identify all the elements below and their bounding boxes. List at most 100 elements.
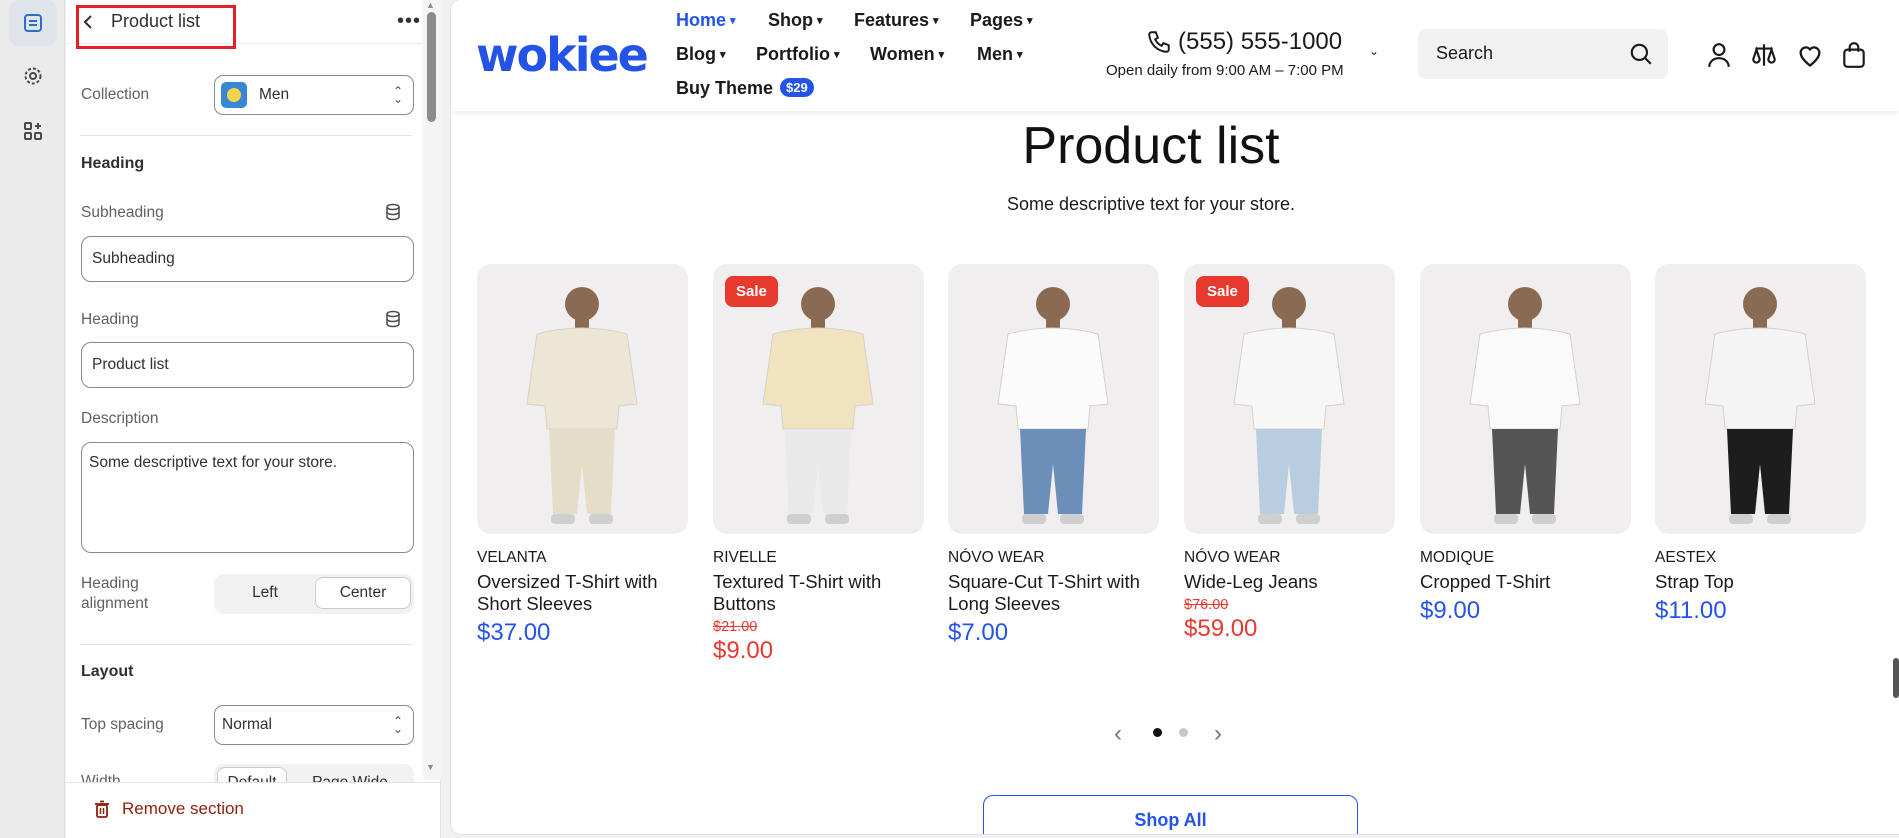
phone-icon — [1148, 31, 1170, 53]
description-label: Description — [81, 410, 159, 427]
product-title[interactable]: Cropped T-Shirt — [1420, 571, 1631, 593]
nav-men[interactable]: Men ▾ — [977, 44, 1023, 65]
product-card[interactable]: VELANTA Oversized T-Shirt with Short Slee… — [477, 264, 688, 647]
nav-pages[interactable]: Pages ▾ — [970, 10, 1033, 31]
compare-icon[interactable] — [1751, 41, 1777, 69]
cart-bag-icon[interactable] — [1841, 41, 1867, 69]
chevron-down-icon: ▾ — [933, 15, 939, 27]
carousel-dot-active[interactable] — [1153, 728, 1162, 737]
description-textarea[interactable]: Some descriptive text for your store. — [81, 442, 414, 553]
chevron-down-icon[interactable]: ⌄ — [1369, 44, 1379, 58]
preview-scrollbar-thumb[interactable] — [1893, 658, 1899, 698]
product-image[interactable]: Sale — [713, 264, 924, 534]
product-image[interactable] — [1655, 264, 1866, 534]
scroll-down-arrow-icon[interactable]: ▼ — [426, 762, 435, 772]
alignment-toggle: Left Center — [214, 574, 414, 614]
product-title[interactable]: Textured T-Shirt with Buttons — [713, 571, 924, 615]
remove-section-label: Remove section — [122, 799, 244, 818]
account-icon[interactable] — [1706, 41, 1732, 69]
top-spacing-value: Normal — [222, 716, 272, 733]
settings-icon[interactable] — [9, 53, 57, 99]
nav-home[interactable]: Home ▾ — [676, 10, 736, 31]
panel-scrollbar-thumb[interactable] — [427, 12, 436, 122]
subheading-label: Subheading — [81, 204, 164, 221]
product-vendor[interactable]: AESTEX — [1655, 549, 1866, 567]
wishlist-heart-icon[interactable] — [1796, 41, 1824, 69]
buy-theme-price-badge: $29 — [780, 78, 814, 97]
store-logo[interactable]: wokiee — [476, 28, 649, 82]
product-vendor[interactable]: NÓVO WEAR — [1184, 549, 1395, 567]
search-input[interactable]: Search — [1436, 43, 1493, 64]
shop-all-button[interactable]: Shop All — [983, 795, 1358, 834]
store-hours: Open daily from 9:00 AM – 7:00 PM — [1106, 62, 1344, 79]
phone-number[interactable]: (555) 555-1000 — [1146, 28, 1342, 56]
product-price: $9.00 — [713, 637, 774, 664]
product-card[interactable]: Sale NÓVO WEAR Wide-Leg Jeans $76.00 $59.00 — [1184, 264, 1395, 643]
heading-section-title: Heading — [81, 155, 145, 172]
product-vendor[interactable]: NÓVO WEAR — [948, 549, 1159, 567]
sale-badge: Sale — [1196, 276, 1249, 307]
product-compare-price: $76.00 — [1184, 597, 1229, 613]
dynamic-source-icon[interactable] — [384, 310, 402, 328]
divider — [80, 644, 412, 645]
nav-buy-theme[interactable]: Buy Theme — [676, 78, 773, 99]
top-spacing-label: Top spacing — [81, 716, 164, 733]
product-title[interactable]: Oversized T-Shirt with Short Sleeves — [477, 571, 688, 615]
product-vendor[interactable]: RIVELLE — [713, 549, 924, 567]
apps-icon[interactable] — [9, 108, 57, 154]
product-title[interactable]: Strap Top — [1655, 571, 1866, 593]
section-description: Some descriptive text for your store. — [1006, 194, 1296, 214]
chevron-down-icon: ▾ — [1017, 49, 1023, 61]
panel-footer: Remove section — [66, 782, 440, 838]
nav-shop[interactable]: Shop ▾ — [768, 10, 823, 31]
product-title[interactable]: Wide-Leg Jeans — [1184, 571, 1395, 593]
top-spacing-select[interactable]: Normal ⌃ ⌄ — [214, 705, 414, 745]
product-price: $37.00 — [477, 619, 551, 646]
product-vendor[interactable]: VELANTA — [477, 549, 688, 567]
product-compare-price: $21.00 — [713, 619, 758, 635]
editor-rail — [0, 0, 65, 838]
sections-icon[interactable] — [9, 0, 57, 46]
product-photo — [1420, 264, 1631, 534]
align-left-option[interactable]: Left — [217, 577, 313, 609]
chevron-down-icon: ▾ — [938, 49, 945, 61]
product-image[interactable] — [948, 264, 1159, 534]
chevron-down-icon: ▾ — [1027, 15, 1033, 27]
product-title[interactable]: Square-Cut T-Shirt with Long Sleeves — [948, 571, 1159, 615]
remove-section-button[interactable]: Remove section — [94, 799, 244, 819]
product-image[interactable] — [477, 264, 688, 534]
select-chevrons-icon: ⌃ ⌄ — [392, 714, 403, 736]
search-icon[interactable] — [1628, 41, 1654, 67]
carousel-prev-icon[interactable]: ‹ — [1114, 720, 1122, 748]
product-vendor[interactable]: MODIQUE — [1420, 549, 1631, 567]
chevron-down-icon: ▾ — [817, 15, 823, 27]
align-center-option[interactable]: Center — [315, 577, 411, 609]
store-search[interactable]: Search — [1418, 29, 1668, 79]
heading-label: Heading — [81, 311, 139, 328]
product-photo — [948, 264, 1159, 534]
product-card[interactable]: Sale RIVELLE Textured T-Shirt with Buttons… — [713, 264, 924, 665]
nav-portfolio[interactable]: Portfolio ▾ — [756, 44, 840, 65]
nav-women[interactable]: Women ▾ — [870, 44, 944, 65]
select-chevrons-icon: ⌃ ⌄ — [392, 84, 403, 106]
product-price: $9.00 — [1420, 597, 1481, 624]
carousel-dot[interactable] — [1179, 728, 1188, 737]
product-image[interactable]: Sale — [1184, 264, 1395, 534]
product-photo — [1655, 264, 1866, 534]
title-highlight-box — [76, 5, 236, 49]
subheading-input[interactable]: Subheading — [81, 236, 414, 282]
product-card[interactable]: AESTEX Strap Top $11.00 — [1655, 264, 1866, 625]
dynamic-source-icon[interactable] — [384, 203, 402, 221]
nav-features[interactable]: Features ▾ — [854, 10, 939, 31]
more-options-icon[interactable]: ••• — [397, 10, 421, 33]
heading-input[interactable]: Product list — [81, 342, 414, 388]
nav-blog[interactable]: Blog ▾ — [676, 44, 726, 65]
collection-select[interactable]: Men ⌃ ⌄ — [214, 75, 414, 115]
carousel-next-icon[interactable]: › — [1214, 720, 1222, 748]
section-settings-panel: Product list ••• Collection Men ⌃ ⌄ Headi… — [66, 0, 441, 838]
product-card[interactable]: MODIQUE Cropped T-Shirt $9.00 — [1420, 264, 1631, 625]
scroll-up-arrow-icon[interactable]: ▲ — [426, 0, 435, 10]
product-card[interactable]: NÓVO WEAR Square-Cut T-Shirt with Long Sl… — [948, 264, 1159, 647]
product-image[interactable] — [1420, 264, 1631, 534]
section-heading: Product list — [1022, 117, 1280, 175]
